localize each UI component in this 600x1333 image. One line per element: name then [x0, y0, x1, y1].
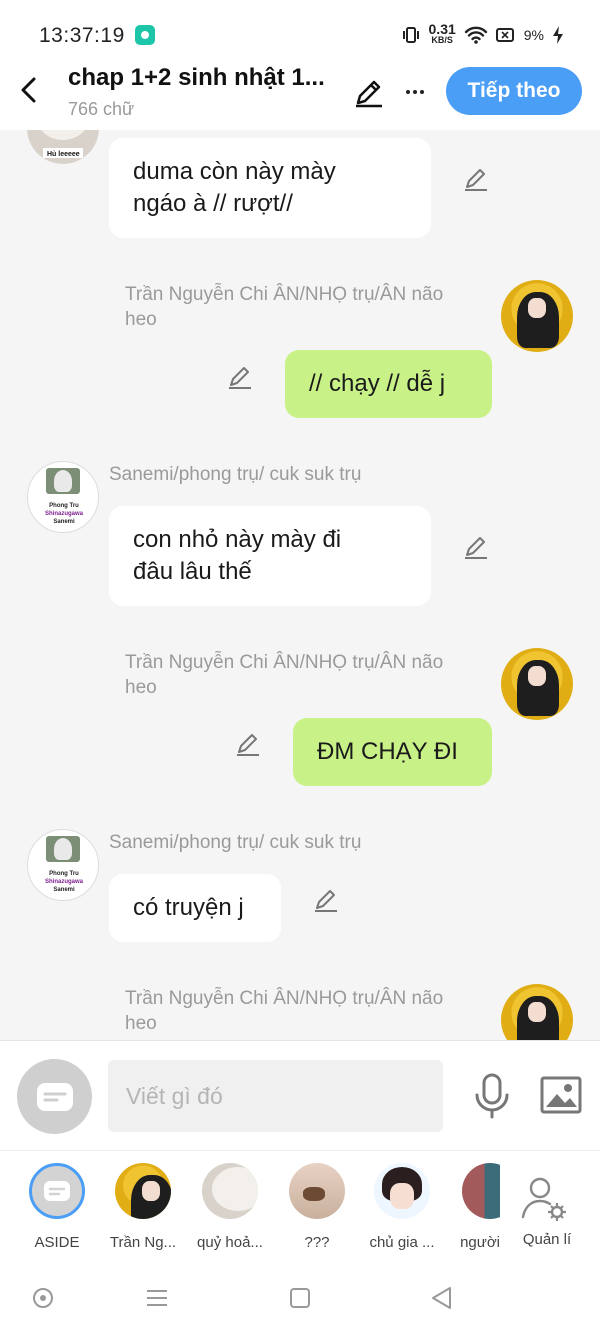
character-name: chủ gia ...	[369, 1234, 435, 1251]
home-icon[interactable]	[285, 1283, 315, 1313]
avatar[interactable]: Phong Tru Shinazugawa Sanemi	[27, 461, 99, 533]
avatar[interactable]	[501, 648, 573, 720]
editor-header: chap 1+2 sinh nhật 1... 766 chữ Tiếp the…	[0, 55, 600, 130]
sender-name: Sanemi/phong trụ/ cuk suk trụ	[109, 832, 362, 853]
character-item[interactable]: chủ gia ...	[362, 1163, 442, 1251]
avatar	[462, 1163, 500, 1219]
message-bubble[interactable]: // chạy // dễ j	[285, 350, 492, 418]
message-bubble[interactable]: có truyện j	[109, 874, 281, 942]
character-name: ASIDE	[34, 1234, 80, 1251]
menu-icon[interactable]	[142, 1283, 172, 1313]
battery-saver-icon	[495, 28, 514, 42]
avatar	[29, 1163, 85, 1219]
avatar[interactable]: Phong Tru Shinazugawa Sanemi	[27, 829, 99, 901]
edit-message-icon[interactable]	[312, 886, 340, 914]
status-time: 13:37:19	[39, 24, 125, 47]
message-bubble[interactable]: duma còn này mày ngáo à // rượt//	[109, 138, 431, 238]
microphone-icon	[475, 1073, 509, 1119]
sender-name: Trần Nguyễn Chi ÂN/NHỌ trụ/ÂN não heo	[125, 988, 444, 1034]
edit-message-icon[interactable]	[226, 363, 254, 391]
character-item[interactable]: ???	[277, 1163, 357, 1251]
wifi-icon	[464, 26, 487, 44]
character-item[interactable]: người	[436, 1163, 500, 1251]
vibrate-icon	[402, 27, 419, 43]
image-icon	[540, 1076, 582, 1114]
sender-name: Trần Nguyễn Chi ÂN/NHỌ trụ/ÂN não heo	[125, 284, 444, 330]
story-title: chap 1+2 sinh nhật 1...	[68, 64, 325, 91]
edit-message-icon[interactable]	[234, 730, 262, 758]
avatar	[374, 1163, 430, 1219]
character-name: người	[460, 1234, 500, 1251]
aside-toggle-button[interactable]	[17, 1059, 92, 1134]
chat-area[interactable]: Hủ leeeee duma còn này mày ngáo à // rượ…	[0, 130, 600, 1040]
charging-icon	[553, 26, 563, 44]
message-bubble[interactable]: con nhỏ này mày đi đâu lâu thế	[109, 506, 431, 606]
network-speed: 0.31 KB/S	[428, 21, 456, 45]
character-name: Trần Ng...	[109, 1234, 177, 1251]
message-bubble[interactable]: ĐM CHẠY ĐI	[293, 718, 492, 786]
next-button[interactable]: Tiếp theo	[446, 67, 582, 115]
edit-message-icon[interactable]	[462, 165, 490, 193]
avatar[interactable]	[501, 280, 573, 352]
insert-image-button[interactable]	[540, 1075, 582, 1115]
status-indicators: 0.31 KB/S 9%	[401, 21, 564, 46]
word-count: 766 chữ	[68, 99, 135, 119]
character-item[interactable]: Trần Ng...	[103, 1163, 183, 1251]
back-button[interactable]	[12, 73, 46, 107]
avatar[interactable]	[27, 130, 99, 164]
assistant-icon[interactable]	[28, 1283, 58, 1313]
avatar[interactable]	[501, 984, 573, 1040]
battery-percent: 9%	[523, 27, 544, 43]
user-settings-icon	[521, 1177, 566, 1221]
manage-characters-button[interactable]	[518, 1175, 574, 1225]
pencil-icon	[356, 80, 382, 108]
message-box-icon	[44, 1181, 70, 1201]
sender-name: Sanemi/phong trụ/ cuk suk trụ	[109, 464, 362, 485]
character-name: quỷ hoả...	[197, 1234, 263, 1251]
chevron-left-icon	[21, 77, 36, 103]
avatar-caption: Hủ leeeee	[47, 151, 80, 158]
message-input[interactable]	[108, 1060, 443, 1132]
character-name: ???	[304, 1234, 330, 1251]
avatar	[202, 1163, 258, 1219]
back-nav-icon[interactable]	[427, 1283, 457, 1313]
manage-label[interactable]: Quản lí	[505, 1231, 589, 1248]
more-options-button[interactable]	[398, 75, 432, 109]
edit-message-icon[interactable]	[462, 533, 490, 561]
avatar	[289, 1163, 345, 1219]
system-nav-bar	[0, 1263, 600, 1333]
edit-title-button[interactable]	[352, 75, 386, 109]
avatar	[115, 1163, 171, 1219]
microphone-button[interactable]	[472, 1073, 512, 1119]
sender-name: Trần Nguyễn Chi ÂN/NHỌ trụ/ÂN não heo	[125, 652, 444, 698]
message-box-icon	[36, 1082, 73, 1111]
app-notification-icon	[135, 25, 155, 45]
character-bar: ASIDE Trần Ng... quỷ hoả... ??? chủ gia …	[0, 1150, 600, 1263]
character-aside[interactable]: ASIDE	[17, 1163, 97, 1251]
message-composer	[0, 1040, 600, 1150]
character-item[interactable]: quỷ hoả...	[190, 1163, 270, 1251]
